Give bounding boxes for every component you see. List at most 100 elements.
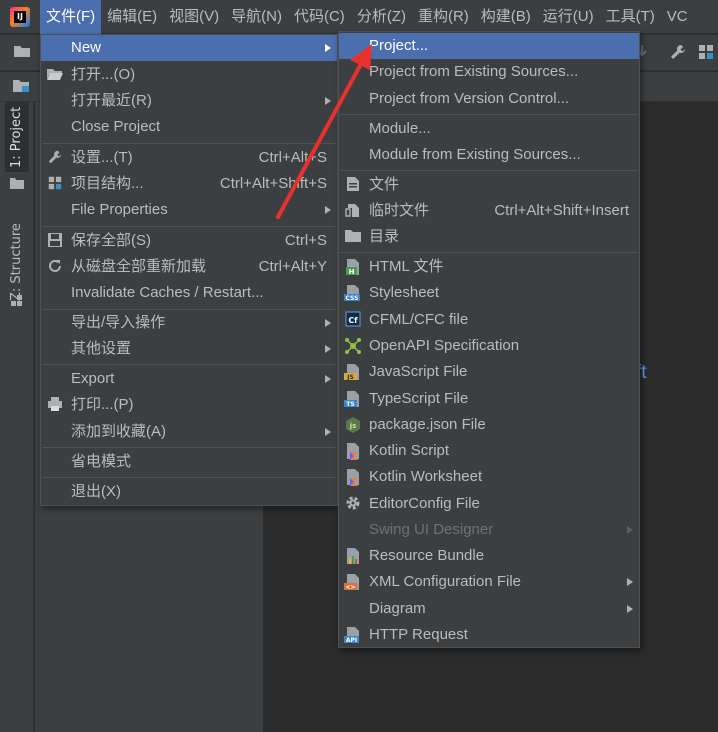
- menu-item-label: JavaScript File: [369, 363, 468, 380]
- menu-file[interactable]: 文件(F): [40, 0, 102, 34]
- submenu-arrow-icon: [627, 578, 633, 586]
- menu-item-label: HTTP Request: [369, 626, 468, 643]
- javascript-file-icon: JS: [344, 363, 362, 381]
- submenu-arrow-icon: [325, 428, 331, 436]
- menu-item-cfml-file[interactable]: Cf CFML/CFC file: [339, 307, 639, 333]
- submenu-arrow-icon: [325, 345, 331, 353]
- menu-item-kotlin-worksheet[interactable]: Kotlin Worksheet: [339, 464, 639, 490]
- menu-item-invalidate-caches[interactable]: Invalidate Caches / Restart...: [41, 280, 337, 306]
- menu-item-stylesheet[interactable]: CSS Stylesheet: [339, 280, 639, 306]
- menu-item-label: New: [71, 39, 102, 56]
- menu-item-new-project[interactable]: Project...: [339, 33, 639, 59]
- menu-item-label: 打开...(O): [71, 66, 136, 83]
- typescript-file-icon: TS: [344, 390, 362, 408]
- menu-item-label: Project from Existing Sources...: [369, 63, 579, 80]
- menu-item-project-from-existing-sources[interactable]: Project from Existing Sources...: [339, 59, 639, 85]
- nodejs-icon: js: [344, 416, 362, 434]
- menu-build[interactable]: 构建(B): [475, 0, 537, 34]
- menu-item-scratch-file[interactable]: 临时文件 Ctrl+Alt+Shift+Insert: [339, 198, 639, 224]
- folder-open-icon: [46, 66, 64, 84]
- menu-item-label: 其他设置: [71, 340, 132, 357]
- menu-item-file-properties[interactable]: File Properties: [41, 197, 337, 223]
- submenu-arrow-icon: [627, 605, 633, 613]
- menu-vcs[interactable]: VC: [661, 0, 694, 34]
- left-tool-window-strip: 1: Project Z: Structure: [0, 102, 34, 732]
- menu-view[interactable]: 视图(V): [163, 0, 225, 34]
- menu-item-print[interactable]: 打印...(P): [41, 392, 337, 418]
- menu-item-exit[interactable]: 退出(X): [41, 479, 337, 505]
- menu-item-open-recent[interactable]: 打开最近(R): [41, 88, 337, 114]
- project-structure-icon[interactable]: [696, 43, 716, 63]
- menu-code[interactable]: 代码(C): [288, 0, 351, 34]
- menu-item-close-project[interactable]: Close Project: [41, 114, 337, 140]
- submenu-arrow-icon: [325, 44, 331, 52]
- menu-separator: [42, 226, 336, 227]
- menu-item-shortcut: Ctrl+Alt+Shift+S: [219, 175, 327, 192]
- intellij-logo-icon[interactable]: IJ: [0, 0, 40, 34]
- html-file-icon: H: [344, 258, 362, 276]
- menu-item-label: HTML 文件: [369, 258, 444, 275]
- menu-item-xml-configuration-file[interactable]: <> XML Configuration File: [339, 569, 639, 595]
- menu-item-label: OpenAPI Specification: [369, 337, 520, 354]
- menu-item-label: Kotlin Script: [369, 442, 450, 459]
- open-folder-icon[interactable]: [12, 43, 32, 63]
- kotlin-script-icon: [344, 442, 362, 460]
- wrench-icon[interactable]: [668, 43, 688, 63]
- menu-item-project-from-vcs[interactable]: Project from Version Control...: [339, 86, 639, 112]
- menu-item-new-file[interactable]: 文件: [339, 172, 639, 198]
- menu-item-diagram[interactable]: Diagram: [339, 596, 639, 622]
- menu-item-label: 打印...(P): [71, 396, 134, 413]
- menu-item-label: Kotlin Worksheet: [369, 468, 483, 485]
- menu-item-shortcut: Ctrl+Alt+S: [258, 149, 327, 166]
- menu-run[interactable]: 运行(U): [537, 0, 600, 34]
- menu-item-package-json[interactable]: js package.json File: [339, 412, 639, 438]
- menu-item-label: 临时文件: [369, 202, 430, 219]
- menu-item-open[interactable]: 打开...(O): [41, 62, 337, 88]
- menu-item-http-request[interactable]: API HTTP Request: [339, 622, 639, 648]
- menu-item-power-save-mode[interactable]: 省电模式: [41, 449, 337, 475]
- menu-item-label: 退出(X): [71, 483, 121, 500]
- menu-navigate[interactable]: 导航(N): [225, 0, 288, 34]
- menu-item-add-to-favorites[interactable]: 添加到收藏(A): [41, 419, 337, 445]
- folder-icon: [344, 228, 362, 246]
- menu-item-editorconfig-file[interactable]: EditorConfig File: [339, 491, 639, 517]
- menu-item-new[interactable]: New: [41, 35, 337, 61]
- menu-item-directory[interactable]: 目录: [339, 224, 639, 250]
- menu-item-export[interactable]: Export: [41, 366, 337, 392]
- svg-text:<>: <>: [345, 584, 355, 591]
- menu-item-module-from-existing-sources[interactable]: Module from Existing Sources...: [339, 142, 639, 168]
- menu-item-label: Resource Bundle: [369, 547, 485, 564]
- menu-edit[interactable]: 编辑(E): [101, 0, 163, 34]
- svg-text:JS: JS: [346, 374, 354, 381]
- menu-item-label: Invalidate Caches / Restart...: [71, 284, 264, 301]
- svg-text:js: js: [349, 422, 357, 430]
- menu-item-openapi-spec[interactable]: OpenAPI Specification: [339, 333, 639, 359]
- menu-item-label: 目录: [369, 228, 400, 245]
- tab-project[interactable]: 1: Project: [5, 102, 29, 172]
- menu-item-settings[interactable]: 设置...(T) Ctrl+Alt+S: [41, 145, 337, 171]
- menu-item-label: 添加到收藏(A): [71, 423, 166, 440]
- menu-item-swing-ui-designer[interactable]: Swing UI Designer: [339, 517, 639, 543]
- menu-item-label: Swing UI Designer: [369, 521, 494, 538]
- menu-item-project-structure[interactable]: 项目结构... Ctrl+Alt+Shift+S: [41, 171, 337, 197]
- menu-item-kotlin-script[interactable]: Kotlin Script: [339, 438, 639, 464]
- menu-item-typescript-file[interactable]: TS TypeScript File: [339, 386, 639, 412]
- menu-refactor[interactable]: 重构(R): [412, 0, 475, 34]
- submenu-arrow-icon: [325, 97, 331, 105]
- new-submenu: Project... Project from Existing Sources…: [338, 31, 640, 648]
- project-tab-icon: [10, 176, 24, 193]
- svg-text:TS: TS: [346, 401, 354, 408]
- menu-item-export-import-actions[interactable]: 导出/导入操作: [41, 310, 337, 336]
- menu-item-resource-bundle[interactable]: Resource Bundle: [339, 543, 639, 569]
- menu-analyze[interactable]: 分析(Z): [351, 0, 412, 34]
- project-folder-icon[interactable]: [12, 78, 30, 98]
- menu-tools[interactable]: 工具(T): [600, 0, 661, 34]
- menu-item-html-file[interactable]: H HTML 文件: [339, 254, 639, 280]
- scratch-file-icon: [344, 202, 362, 220]
- menu-item-javascript-file[interactable]: JS JavaScript File: [339, 359, 639, 385]
- menu-item-save-all[interactable]: 保存全部(S) Ctrl+S: [41, 228, 337, 254]
- menu-item-reload-from-disk[interactable]: 从磁盘全部重新加载 Ctrl+Alt+Y: [41, 254, 337, 280]
- menu-item-new-module[interactable]: Module...: [339, 116, 639, 142]
- submenu-arrow-icon: [627, 526, 633, 534]
- menu-item-other-settings[interactable]: 其他设置: [41, 336, 337, 362]
